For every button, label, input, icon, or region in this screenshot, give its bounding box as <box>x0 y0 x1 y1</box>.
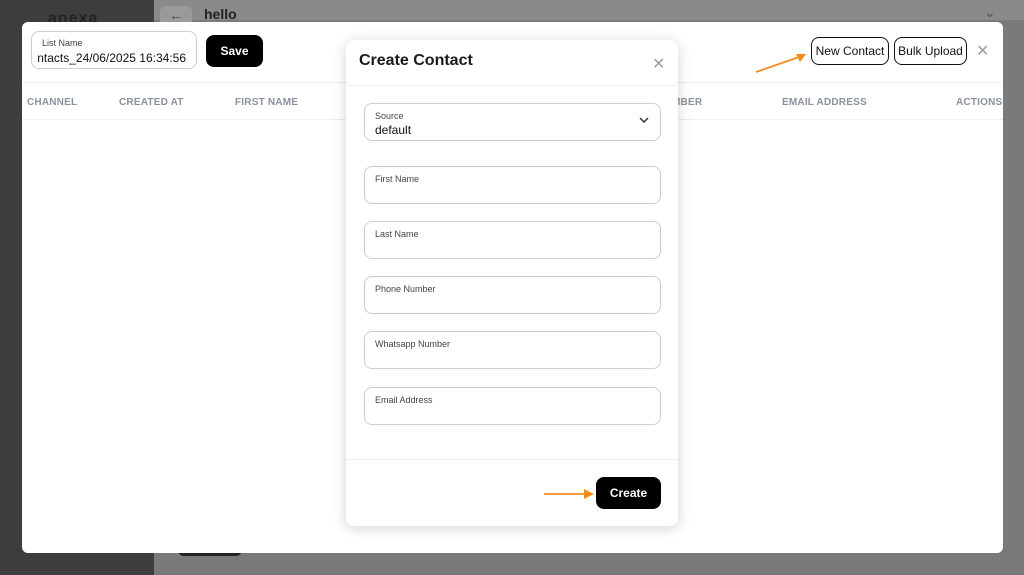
background-page-title: hello <box>204 6 237 22</box>
close-icon[interactable]: ✕ <box>976 41 989 61</box>
bulk-upload-button[interactable]: Bulk Upload <box>894 37 967 65</box>
whatsapp-number-label: Whatsapp Number <box>375 339 451 349</box>
source-label: Source <box>375 111 404 121</box>
modal-title: Create Contact <box>359 52 473 69</box>
last-name-field[interactable]: Last Name <box>364 221 661 259</box>
arrow-left-icon: ← <box>169 7 183 23</box>
list-name-value[interactable]: ntacts_24/06/2025 16:34:56 <box>37 51 186 65</box>
column-header-actions: ACTIONS <box>956 97 1003 108</box>
modal-close-icon[interactable]: ✕ <box>652 54 665 74</box>
column-header-channel: CHANNEL <box>27 97 78 108</box>
first-name-label: First Name <box>375 174 420 184</box>
email-address-label: Email Address <box>375 395 433 405</box>
whatsapp-number-field[interactable]: Whatsapp Number <box>364 331 661 369</box>
annotation-arrow-create <box>544 489 594 499</box>
new-contact-button[interactable]: New Contact <box>811 37 889 65</box>
modal-footer-divider <box>346 459 678 460</box>
phone-number-field[interactable]: Phone Number <box>364 276 661 314</box>
chevron-down-icon <box>639 117 649 124</box>
list-name-label: List Name <box>42 38 83 48</box>
save-button[interactable]: Save <box>206 35 263 67</box>
background-topbar <box>154 0 1024 20</box>
modal-header-divider <box>346 85 678 86</box>
column-header-first-name: FIRST NAME <box>235 97 299 108</box>
email-address-field[interactable]: Email Address <box>364 387 661 425</box>
phone-number-label: Phone Number <box>375 284 436 294</box>
source-value: default <box>375 123 412 137</box>
chevron-down-icon: ⌄ <box>984 4 996 20</box>
last-name-label: Last Name <box>375 229 419 239</box>
create-button[interactable]: Create <box>596 477 661 509</box>
column-header-email-address: EMAIL ADDRESS <box>782 97 867 108</box>
create-contact-modal: Create Contact ✕ Source default First Na… <box>346 40 678 526</box>
source-select[interactable]: Source default <box>364 103 661 141</box>
list-name-field[interactable]: List Name ntacts_24/06/2025 16:34:56 <box>31 31 197 69</box>
first-name-field[interactable]: First Name <box>364 166 661 204</box>
annotation-arrow-new-contact <box>755 54 806 73</box>
column-header-created-at: CREATED AT <box>119 97 184 108</box>
